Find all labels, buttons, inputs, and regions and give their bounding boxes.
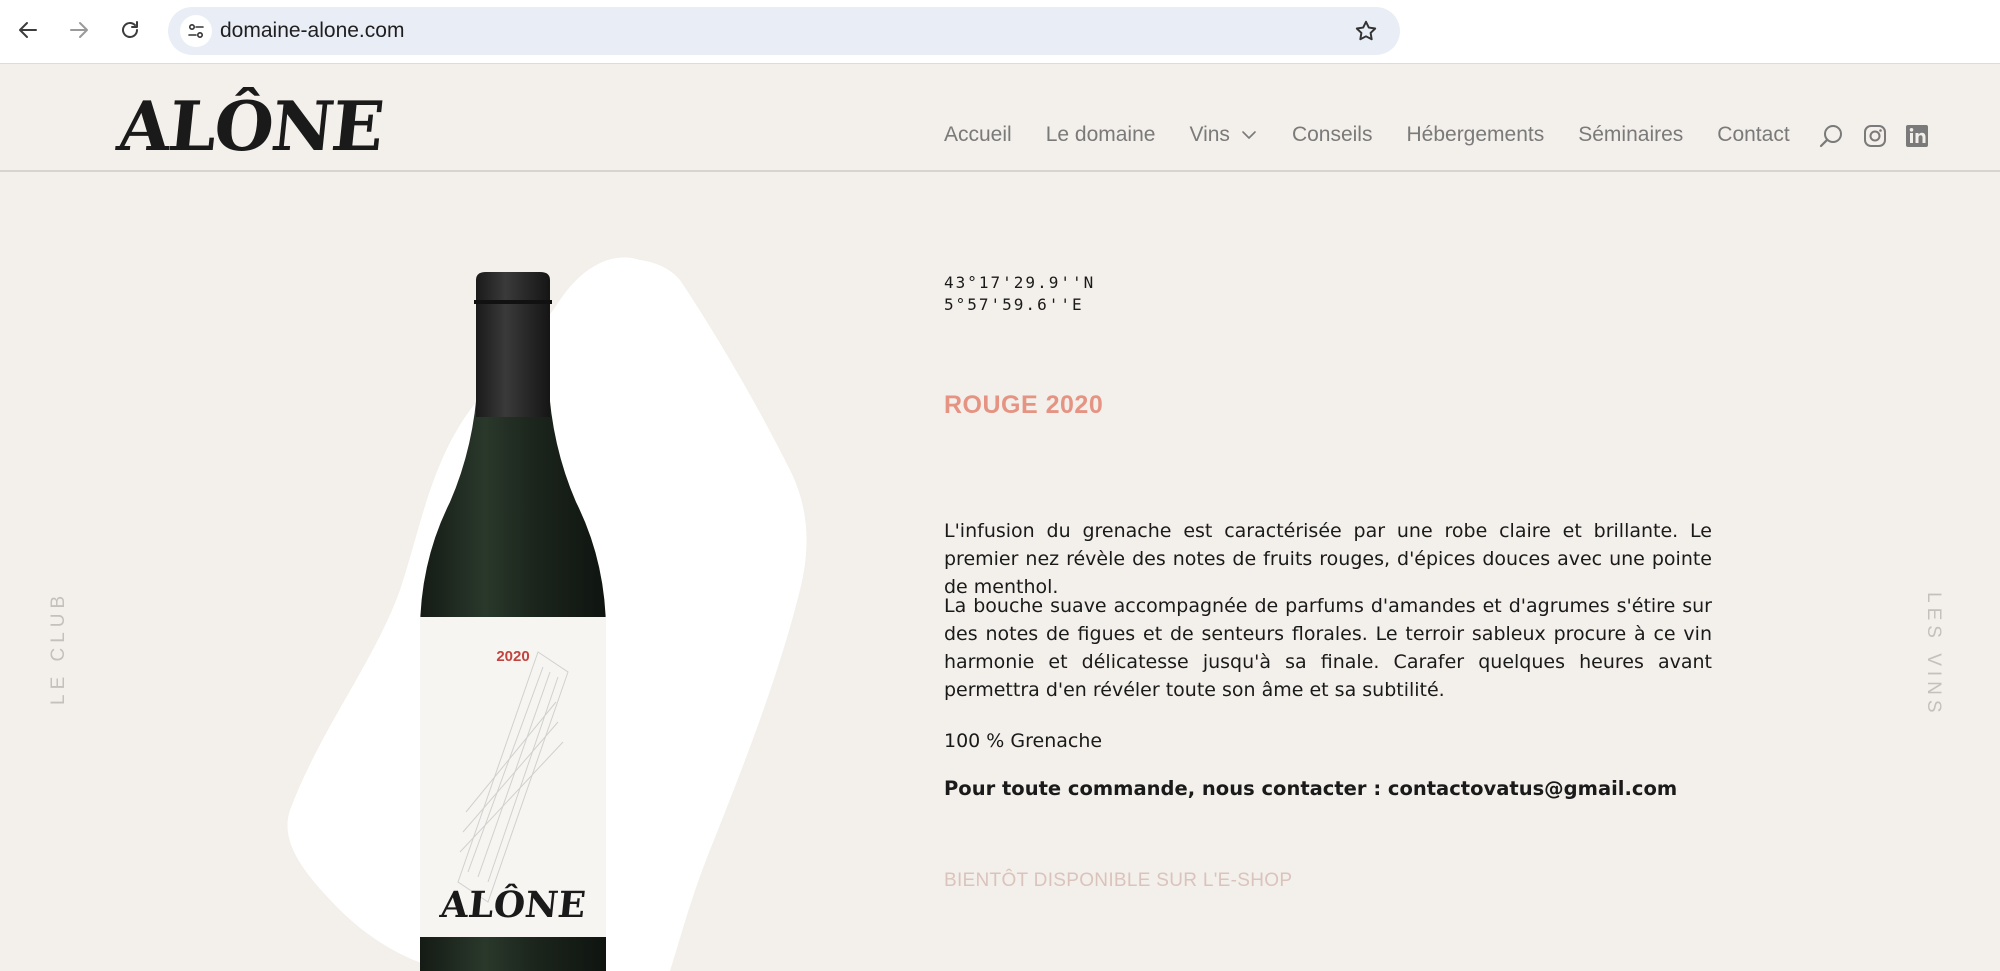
browser-toolbar: domaine-alone.com	[0, 0, 2000, 64]
reload-button[interactable]	[112, 12, 148, 48]
linkedin-link[interactable]	[1902, 121, 1932, 151]
nav-le-domaine[interactable]: Le domaine	[1046, 123, 1156, 147]
nav-contact[interactable]: Contact	[1717, 123, 1789, 147]
search-button[interactable]	[1816, 121, 1846, 151]
nav-conseils[interactable]: Conseils	[1292, 123, 1373, 147]
arrow-right-icon	[70, 22, 88, 38]
site-logo[interactable]: ALÔNE	[114, 87, 386, 167]
search-icon	[1819, 125, 1842, 148]
tune-icon	[188, 23, 204, 39]
nav-hebergements[interactable]: Hébergements	[1406, 123, 1544, 147]
nav-vins-label: Vins	[1189, 123, 1230, 146]
wine-bottle-image	[420, 272, 606, 971]
bottle-label-year: 2020	[496, 648, 530, 665]
star-icon	[1355, 20, 1377, 41]
site-header: ALÔNE Accueil Le domaine Vins Conseils H…	[0, 65, 2000, 172]
back-button[interactable]	[10, 12, 46, 48]
reload-icon	[122, 21, 138, 38]
coords-longitude: 5°57'59.6''E	[944, 295, 1084, 314]
site-info-button[interactable]	[180, 15, 212, 47]
url-text[interactable]: domaine-alone.com	[220, 19, 404, 43]
bookmark-button[interactable]	[1352, 17, 1380, 45]
arrow-left-icon	[19, 22, 37, 38]
description-paragraph-2: La bouche suave accompagnée de parfums d…	[944, 595, 1712, 701]
nav-seminaires[interactable]: Séminaires	[1578, 123, 1683, 147]
address-bar[interactable]: domaine-alone.com	[168, 7, 1400, 55]
order-contact-text: Pour toute commande, nous contacter : co…	[944, 777, 1678, 800]
description-paragraph-1: L'infusion du grenache est caractérisée …	[944, 520, 1712, 598]
coords-latitude: 43°17'29.9''N	[944, 273, 1096, 292]
gps-coordinates: 43°17'29.9''N 5°57'59.6''E	[944, 272, 1095, 316]
forward-button[interactable]	[61, 12, 97, 48]
instagram-link[interactable]	[1860, 121, 1890, 151]
instagram-icon	[1864, 125, 1886, 147]
grape-variety: 100 % Grenache	[944, 730, 1103, 752]
nav-vins[interactable]: Vins	[1189, 123, 1257, 147]
linkedin-icon	[1906, 125, 1928, 147]
wine-title: ROUGE 2020	[944, 391, 1104, 419]
main-navigation: Accueil Le domaine Vins Conseils Héberge…	[944, 123, 1824, 147]
eshop-availability-notice: BIENTÔT DISPONIBLE SUR L'E-SHOP	[944, 870, 1293, 891]
nav-accueil[interactable]: Accueil	[944, 123, 1012, 147]
chevron-down-icon	[1242, 131, 1256, 139]
bottle-label-logo: ALÔNE	[438, 884, 588, 926]
side-link-le-club[interactable]: LE CLUB	[48, 591, 70, 705]
side-link-les-vins[interactable]: LES VINS	[1922, 592, 1944, 718]
